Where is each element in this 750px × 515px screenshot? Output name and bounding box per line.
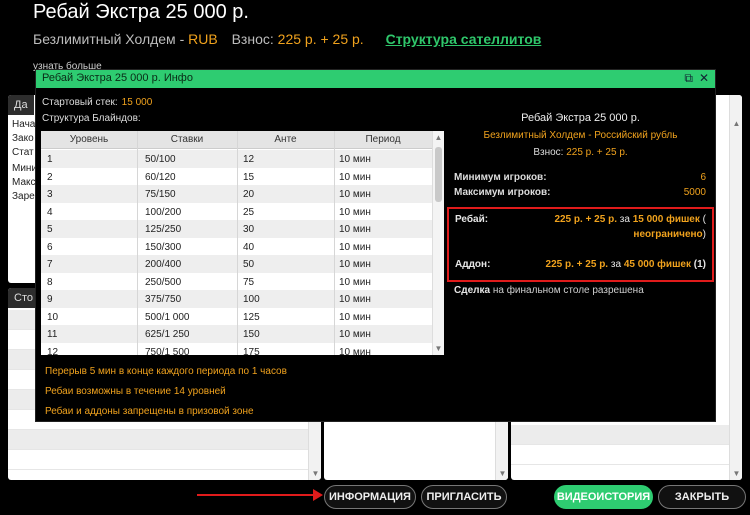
modal-header: Ребай Экстра 25 000 р. Инфо ⧉ ✕ [36,70,715,88]
table-cell: 25 [243,206,255,218]
table-cell: 3 [47,189,53,200]
note-break: Перерыв 5 мин в конце каждого периода по… [45,366,287,377]
note-rebuys: Ребаи возможны в течение 14 уровней [45,386,226,397]
table-cell: 100/200 [145,206,182,218]
rebuy-addon-highlight: Ребай: 225 р. + 25 р. за 15 000 фишек ( … [447,207,714,282]
currency: RUB [188,31,218,47]
rebuy-label: Ребай: [455,214,489,225]
table-cell: 10 мин [339,189,371,200]
addon-label: Аддон: [455,259,491,270]
table-cell: 125/250 [145,224,182,235]
rebuy-limit: неограничено) [633,229,706,240]
background-table-panel-middle: ▼ [324,420,508,480]
close-icon[interactable]: ✕ [699,71,709,85]
table-cell: 10 мин [339,171,371,183]
table-cell: 10 [47,311,59,323]
table-cell: 10 мин [339,224,371,235]
invite-button[interactable]: ПРИГЛАСИТЬ [421,485,507,509]
table-cell: 150/300 [145,241,182,253]
table-cell: 7 [47,259,53,270]
blinds-table-scrollbar[interactable]: ▲ ▼ [432,131,444,355]
table-cell: 150 [243,329,260,340]
table-cell: 40 [243,241,255,253]
video-history-button[interactable]: ВИДЕОИСТОРИЯ [554,485,653,509]
table-cell: 375/750 [145,294,182,305]
table-cell: 2 [47,171,53,183]
info-button[interactable]: ИНФОРМАЦИЯ [324,485,416,509]
modal-title: Ребай Экстра 25 000 р. Инфо [42,72,193,84]
max-players-row: Максимум игроков: 5000 [454,187,706,198]
table-cell: 10 мин [339,241,371,253]
blinds-structure-label: Структура Блайндов: [42,113,141,124]
table-cell: 30 [243,224,255,235]
table-cell: 10 мин [339,206,371,218]
table-cell: 6 [47,241,53,253]
rebuy-details: 225 р. + 25 р. за 15 000 фишек ( [554,214,706,225]
middle-scrollbar[interactable]: ▼ [495,420,508,480]
right-title: Ребай Экстра 25 000 р. [521,112,640,124]
table-cell: 11 [47,329,58,340]
buyin-value: 225 р. + 25 р. [277,31,364,47]
table-cell: 10 мин [339,294,371,305]
table-cell: 1 [47,154,53,165]
table-cell: 75 [243,276,255,288]
start-stack-value: 15 000 [121,97,153,108]
note-no-rebuys-itm: Ребаи и аддоны запрещены в призовой зоне [45,406,254,417]
annotation-arrow [197,489,323,501]
min-players-row: Минимум игроков: 6 [454,172,706,183]
game-type: Безлимитный Холдем - [33,31,189,47]
table-cell: 20 [243,189,255,200]
table-cell: 75/150 [145,189,176,200]
right-scrollbar[interactable]: ▲ ▼ [729,95,742,480]
table-cell: 10 мин [339,346,371,356]
table-cell: 15 [243,171,255,183]
info-modal: Ребай Экстра 25 000 р. Инфо ⧉ ✕ Стартовый… [35,69,716,422]
table-cell: 100 [243,294,260,305]
table-cell: 10 мин [339,311,371,323]
tournament-subline: Безлимитный Холдем - RUB Взнос: 225 р. +… [33,31,541,47]
table-cell: 750/1 500 [145,346,190,356]
right-game: Безлимитный Холдем - Российский рубль [483,130,678,141]
tournament-title: Ребай Экстра 25 000 р. [33,1,249,23]
background-tab[interactable]: Да [8,95,34,115]
table-cell: 50 [243,259,255,270]
table-cell: 10 мин [339,259,371,270]
table-cell: 4 [47,206,53,218]
blinds-table: Уровень Ставки Анте Период 1 50/100 12 10 м… [41,131,444,355]
table-cell: 8 [47,276,53,288]
table-cell: 12 [243,154,255,165]
table-cell: 200/400 [145,259,182,270]
table-cell: 125 [243,311,260,323]
table-cell: 9 [47,294,53,305]
scrollbar-thumb[interactable] [435,147,442,202]
table-cell: 5 [47,224,53,235]
table-cell: 60/120 [145,171,176,183]
table-cell: 10 мин [339,329,371,340]
table-cell: 500/1 000 [145,311,190,323]
table-cell: 50/100 [145,154,176,165]
table-cell: 250/500 [145,276,182,288]
popout-icon[interactable]: ⧉ [684,71,693,85]
table-cell: 10 мин [339,276,371,288]
table-cell: 10 мин [339,154,371,165]
table-cell: 175 [243,346,260,356]
table-cell: 12 [47,346,59,356]
close-button[interactable]: ЗАКРЫТЬ [658,485,746,509]
addon-details: 225 р. + 25 р. за 45 000 фишек (1) [545,259,706,270]
start-stack: Стартовый стек: 15 000 [42,97,153,108]
right-buyin: Взнос: 225 р. + 25 р. [533,147,628,158]
table-cell: 625/1 250 [145,329,190,340]
satellites-link[interactable]: Структура сателлитов [386,31,542,47]
deal-info: Сделка на финальном столе разрешена [454,285,644,296]
buyin-label: Взнос: [231,31,274,47]
